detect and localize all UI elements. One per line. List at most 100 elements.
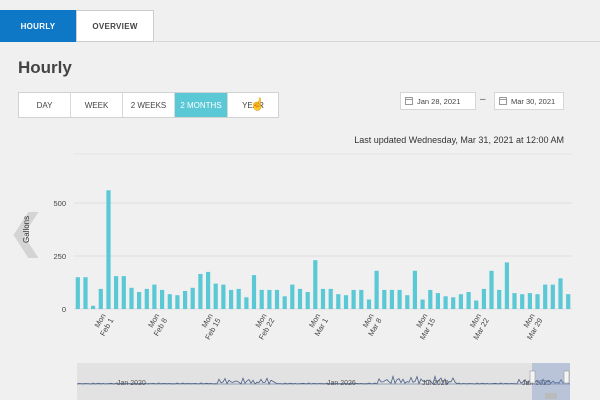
navigator-handle[interactable] [529, 370, 536, 384]
y-tick-label: 500 [53, 199, 66, 208]
usage-bar[interactable] [366, 299, 372, 310]
usage-bar[interactable] [566, 294, 571, 309]
x-tick-label: MonMar 8 [361, 312, 384, 338]
usage-bar[interactable] [474, 300, 479, 310]
usage-bar[interactable] [351, 289, 356, 309]
usage-bar[interactable] [412, 270, 417, 309]
usage-bar[interactable] [244, 297, 249, 309]
usage-bar[interactable] [389, 289, 394, 309]
usage-bar[interactable] [75, 277, 80, 309]
usage-bar[interactable] [305, 292, 310, 309]
usage-bar[interactable] [167, 294, 172, 309]
y-tick-label: 0 [62, 305, 66, 314]
start-date-value: Jan 28, 2021 [417, 96, 461, 106]
navigator-label: Jan 2026 [327, 380, 356, 387]
usage-bar[interactable] [206, 271, 211, 309]
usage-bar[interactable] [343, 295, 349, 309]
usage-bar[interactable] [535, 294, 540, 309]
usage-bar[interactable] [512, 293, 517, 309]
start-date-field[interactable]: Jan 28, 2021 [400, 92, 476, 110]
tab-overview[interactable]: OVERVIEW [76, 10, 154, 42]
usage-bar[interactable] [106, 190, 111, 309]
usage-bar[interactable] [451, 297, 456, 309]
usage-bar[interactable] [229, 289, 234, 309]
usage-bar[interactable] [267, 289, 272, 309]
usage-bar[interactable] [458, 294, 463, 309]
usage-bar[interactable] [397, 289, 402, 309]
usage-bar[interactable] [527, 293, 532, 309]
x-tick-label: MonFeb 22 [253, 312, 276, 341]
usage-bar[interactable] [137, 292, 142, 309]
range-selector: DAY WEEK 2 WEEKS 2 MONTHS YEAR [18, 92, 279, 118]
tab-hourly[interactable]: HOURLY [0, 10, 76, 42]
usage-bar[interactable] [374, 270, 379, 309]
usage-bar[interactable] [129, 287, 134, 309]
usage-bar[interactable] [114, 276, 119, 309]
usage-bar[interactable] [520, 294, 525, 309]
usage-bar[interactable] [466, 292, 471, 309]
end-date-field[interactable]: Mar 30, 2021 [494, 92, 564, 110]
usage-bar[interactable] [313, 260, 318, 309]
usage-bar[interactable] [121, 276, 126, 309]
usage-bar[interactable] [160, 289, 165, 309]
usage-bar[interactable] [91, 305, 96, 309]
usage-bar[interactable] [504, 262, 509, 309]
navigator-scrollbar-thumb[interactable] [545, 393, 557, 399]
usage-bar[interactable] [282, 296, 287, 309]
usage-bar[interactable] [183, 291, 188, 309]
x-tick-label: MonMar 22 [468, 312, 491, 341]
page-title: Hourly [18, 58, 72, 77]
usage-bar[interactable] [359, 289, 364, 309]
usage-bar[interactable] [497, 289, 502, 309]
usage-bar[interactable] [428, 289, 433, 309]
usage-bar[interactable] [489, 270, 494, 309]
usage-bar[interactable] [175, 295, 180, 309]
date-range-separator: – [480, 94, 486, 105]
usage-bar[interactable] [144, 288, 149, 309]
x-tick-label: MonMar 15 [414, 312, 437, 341]
usage-bar[interactable] [290, 284, 295, 309]
navigator-sparkline: Jan 2020Jan 2026Jul 2020Jan 2025 [76, 363, 570, 400]
usage-bar[interactable] [558, 278, 563, 309]
usage-bar[interactable] [320, 288, 326, 309]
usage-bar[interactable] [221, 284, 226, 309]
usage-bar[interactable] [198, 274, 203, 309]
last-updated-text: Last updated Wednesday, Mar 31, 2021 at … [354, 135, 564, 145]
view-tabs: HOURLY OVERVIEW [0, 10, 154, 42]
x-tick-label: MonMar 29 [522, 312, 545, 341]
usage-bar[interactable] [259, 289, 264, 309]
usage-bar[interactable] [213, 283, 218, 309]
usage-bar[interactable] [190, 287, 195, 309]
usage-bar[interactable] [543, 284, 548, 309]
usage-bar[interactable] [550, 284, 555, 309]
navigator-label: Jan 2020 [117, 380, 146, 387]
usage-bar[interactable] [152, 284, 157, 309]
usage-bar[interactable] [336, 294, 341, 309]
calendar-icon [499, 97, 507, 105]
usage-bar[interactable] [251, 275, 257, 309]
x-tick-label: MonFeb 15 [200, 312, 223, 341]
range-week-button[interactable]: WEEK [71, 93, 123, 117]
hand-cursor-icon: ☝ [250, 97, 265, 111]
x-tick-label: MonFeb 8 [146, 312, 169, 338]
range-day-button[interactable]: DAY [19, 93, 71, 117]
usage-bar[interactable] [435, 293, 440, 309]
tab-divider [155, 41, 600, 42]
x-tick-label: MonFeb 1 [93, 312, 116, 338]
usage-bar[interactable] [481, 288, 486, 309]
range-2-weeks-button[interactable]: 2 WEEKS [123, 93, 175, 117]
usage-bar[interactable] [443, 296, 448, 309]
usage-bar[interactable] [382, 289, 387, 309]
range-2-months-button[interactable]: 2 MONTHS [175, 93, 228, 117]
navigator-series-line [76, 374, 570, 386]
usage-bar[interactable] [236, 288, 241, 309]
usage-bar[interactable] [274, 289, 280, 309]
usage-bar[interactable] [83, 277, 88, 309]
usage-bar[interactable] [420, 299, 425, 310]
range-navigator[interactable]: Jan 2020Jan 2026Jul 2020Jan 2025 [76, 363, 570, 400]
usage-bar[interactable] [98, 288, 103, 309]
usage-bar[interactable] [297, 288, 303, 309]
usage-bar[interactable] [405, 295, 410, 309]
usage-bar[interactable] [328, 288, 333, 309]
navigator-handle[interactable] [563, 370, 570, 384]
